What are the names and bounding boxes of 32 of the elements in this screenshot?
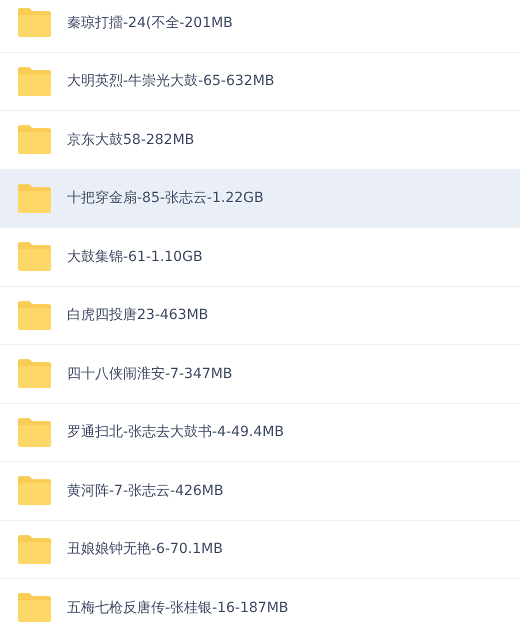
folder-row[interactable]: 秦琼打擂-24(不全-201MB: [0, 0, 520, 52]
folder-row[interactable]: 罗通扫北-张志去大鼓书-4-49.4MB: [0, 404, 520, 462]
folder-name: 白虎四投唐23-463MB: [67, 306, 208, 324]
folder-name: 黄河阵-7-张志云-426MB: [67, 482, 224, 500]
folder-icon: [18, 359, 51, 388]
folder-name: 四十八侠闹淮安-7-347MB: [67, 364, 232, 383]
folder-row[interactable]: 大明英烈-牛崇光大鼓-65-632MB: [0, 52, 520, 111]
folder-icon: [18, 66, 51, 96]
folder-icon: [18, 300, 51, 330]
folder-row[interactable]: 十把穿金扇-85-张志云-1.22GB: [0, 170, 520, 228]
folder-name: 五梅七枪反唐传-张桂银-16-187MB: [67, 598, 288, 617]
folder-icon: [18, 593, 51, 622]
folder-icon: [18, 125, 51, 154]
folder-icon: [18, 8, 51, 38]
folder-row[interactable]: 五梅七枪反唐传-张桂银-16-187MB: [0, 579, 520, 633]
folder-icon: [18, 418, 51, 447]
folder-name: 京东大鼓58-282MB: [67, 130, 194, 149]
folder-row[interactable]: 白虎四投唐23-463MB: [0, 286, 520, 345]
folder-row[interactable]: 四十八侠闹淮安-7-347MB: [0, 345, 520, 404]
folder-name: 丑娘娘钟无艳-6-70.1MB: [67, 540, 223, 558]
folder-row[interactable]: 大鼓集锦-61-1.10GB: [0, 228, 520, 286]
folder-icon: [18, 242, 51, 272]
folder-row[interactable]: 黄河阵-7-张志云-426MB: [0, 462, 520, 520]
folder-icon: [18, 184, 51, 213]
folder-icon: [18, 476, 51, 506]
folder-name: 十把穿金扇-85-张志云-1.22GB: [67, 189, 264, 208]
folder-row[interactable]: 丑娘娘钟无艳-6-70.1MB: [0, 520, 520, 579]
folder-name: 大明英烈-牛崇光大鼓-65-632MB: [67, 72, 274, 90]
folder-name: 大鼓集锦-61-1.10GB: [67, 248, 203, 266]
folder-name: 秦琼打擂-24(不全-201MB: [67, 14, 233, 32]
folder-icon: [18, 534, 51, 564]
folder-name: 罗通扫北-张志去大鼓书-4-49.4MB: [67, 423, 284, 442]
